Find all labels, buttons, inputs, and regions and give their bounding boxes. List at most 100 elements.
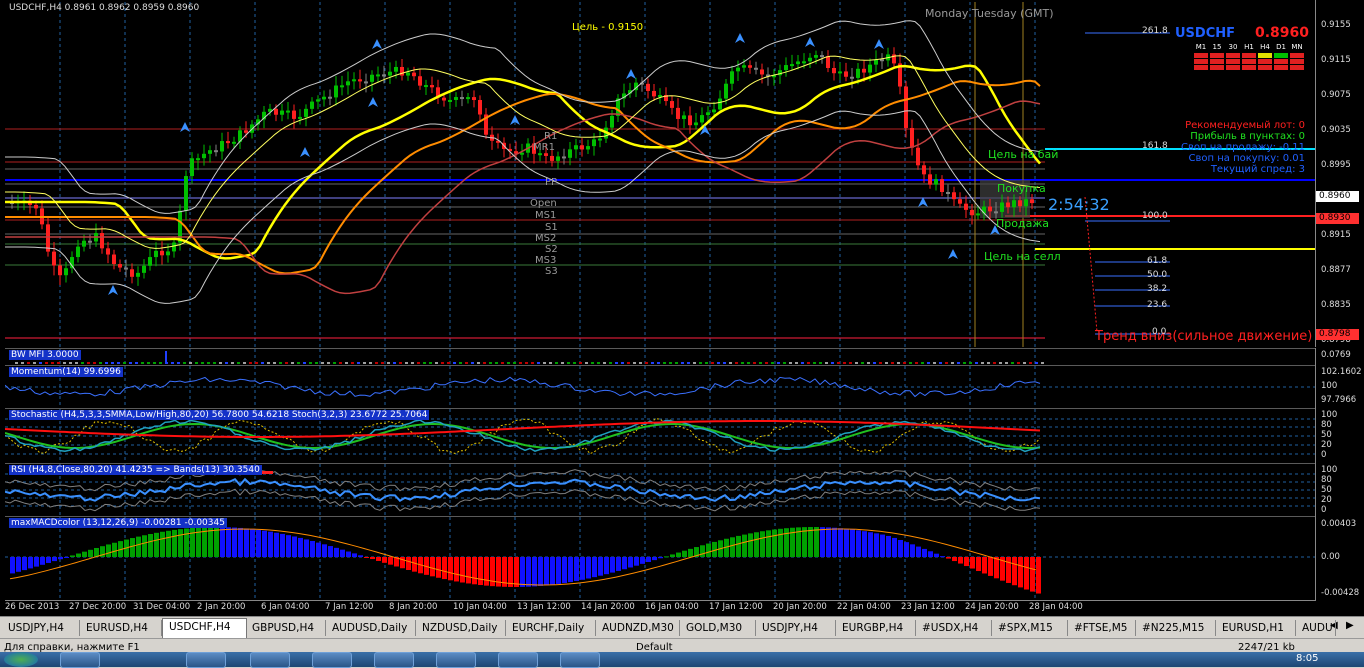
taskbar-chrome-icon[interactable] bbox=[250, 652, 290, 668]
mfi-bar bbox=[63, 362, 66, 364]
candle-body bbox=[418, 76, 422, 86]
candle-body bbox=[394, 66, 398, 72]
mfi-bar bbox=[117, 362, 120, 364]
mfi-bar bbox=[795, 362, 798, 364]
mfi-bar bbox=[831, 362, 834, 364]
tab-gold-m30[interactable]: GOLD,M30 bbox=[680, 620, 756, 636]
macd-bar bbox=[322, 544, 327, 557]
candle-body bbox=[310, 101, 314, 109]
mfi-bar bbox=[597, 362, 600, 364]
tab--usdx-h4[interactable]: #USDX,H4 bbox=[916, 620, 992, 636]
mfi-bar bbox=[201, 362, 204, 364]
signal-arrow-icon bbox=[735, 33, 745, 43]
stochastic-pane[interactable]: Stochastic (H4,5,3,3,SMMA,Low/High,80,20… bbox=[5, 408, 1315, 463]
mfi-bar bbox=[843, 362, 846, 364]
macd-bar bbox=[526, 557, 531, 587]
start-button-icon[interactable] bbox=[4, 652, 38, 667]
macd-bar bbox=[532, 557, 537, 587]
macd-bar bbox=[826, 527, 831, 557]
candle-body bbox=[646, 83, 650, 91]
candle-body bbox=[130, 269, 134, 277]
tab-gbpusd-h4[interactable]: GBPUSD,H4 bbox=[246, 620, 326, 636]
mfi-bar bbox=[693, 362, 696, 364]
mfi-bar bbox=[75, 362, 78, 364]
macd-bar bbox=[82, 551, 87, 557]
macd-bar bbox=[250, 529, 255, 557]
mfi-bar bbox=[93, 362, 96, 364]
macd-bar bbox=[70, 555, 75, 557]
candle-body bbox=[928, 174, 932, 185]
mfi-bar bbox=[939, 362, 942, 364]
macd-bar bbox=[274, 532, 279, 557]
tab-scroll-right-icon[interactable]: ▶ bbox=[1346, 620, 1354, 631]
macd-bar bbox=[268, 531, 273, 557]
candle-body bbox=[730, 71, 734, 84]
stoch-axis-label: 50 bbox=[1321, 430, 1332, 440]
candle-body bbox=[448, 99, 452, 102]
mfi-bar bbox=[981, 362, 984, 364]
tab--ftse-m5[interactable]: #FTSE,M5 bbox=[1068, 620, 1136, 636]
mfi-bar bbox=[15, 362, 18, 364]
tab-audu[interactable]: AUDU bbox=[1296, 620, 1336, 636]
macd-bar bbox=[334, 547, 339, 557]
fib-23: 23.6 bbox=[1147, 300, 1168, 310]
signal-arrow-icon bbox=[368, 97, 378, 107]
mfi-bar bbox=[111, 362, 114, 364]
chart-window[interactable]: USDCHF,H4 0.8961 0.8962 0.8959 0.8960 Mo… bbox=[0, 0, 1364, 616]
candle-body bbox=[934, 179, 938, 185]
taskbar-explorer-icon[interactable] bbox=[186, 652, 226, 668]
tab-eurusd-h4[interactable]: EURUSD,H4 bbox=[80, 620, 162, 636]
macd-bar bbox=[664, 556, 669, 558]
tab--spx-m15[interactable]: #SPX,M15 bbox=[992, 620, 1068, 636]
macd-bar bbox=[832, 527, 837, 557]
tab-usdchf-h4[interactable]: USDCHF,H4 bbox=[162, 618, 247, 638]
macd-bar bbox=[220, 527, 225, 557]
taskbar-skype-icon[interactable] bbox=[436, 652, 476, 668]
taskbar-metatrader-icon[interactable] bbox=[560, 652, 600, 668]
buy-label: Покупка bbox=[997, 182, 1046, 195]
tab-audnzd-m30[interactable]: AUDNZD,M30 bbox=[596, 620, 680, 636]
tab-eurchf-daily[interactable]: EURCHF,Daily bbox=[506, 620, 596, 636]
mfi-bar bbox=[567, 362, 570, 364]
candle-body bbox=[352, 79, 356, 82]
candle-body bbox=[124, 267, 128, 270]
time-axis-label: 13 Jan 12:00 bbox=[517, 602, 571, 612]
price-axis-label: 0.9075 bbox=[1321, 90, 1351, 100]
macd-bar bbox=[610, 557, 615, 573]
tab-eurusd-h1[interactable]: EURUSD,H1 bbox=[1216, 620, 1296, 636]
tab-eurgbp-h4[interactable]: EURGBP,H4 bbox=[836, 620, 916, 636]
tab-usdjpy-h4[interactable]: USDJPY,H4 bbox=[2, 620, 80, 636]
candle-body bbox=[754, 67, 758, 70]
candle-body bbox=[676, 107, 680, 119]
mfi-bar bbox=[303, 362, 306, 364]
macd-bar bbox=[376, 557, 381, 561]
tab-audusd-daily[interactable]: AUDUSD,Daily bbox=[326, 620, 416, 636]
taskbar-firefox-icon[interactable] bbox=[312, 652, 352, 668]
macd-bar bbox=[442, 557, 447, 580]
signal-arrow-icon bbox=[180, 122, 190, 132]
mfi-pane[interactable]: BW MFI 3.0000 bbox=[5, 348, 1315, 365]
rsi-pane[interactable]: RSI (H4,8,Close,80,20) 41.4235 => Bands(… bbox=[5, 463, 1315, 516]
momentum-pane[interactable]: Momentum(14) 99.6996 bbox=[5, 365, 1315, 408]
macd-pane[interactable]: maxMACDcolor (13,12,26,9) -0.00281 -0.00… bbox=[5, 516, 1315, 601]
taskbar-word-icon[interactable] bbox=[498, 652, 538, 668]
tab-nzdusd-daily[interactable]: NZDUSD,Daily bbox=[416, 620, 506, 636]
candle-body bbox=[88, 240, 92, 243]
main-price-pane[interactable]: USDCHF,H4 0.8961 0.8962 0.8959 0.8960 Mo… bbox=[5, 2, 1315, 347]
taskbar-mail-icon[interactable] bbox=[374, 652, 414, 668]
macd-bar bbox=[808, 527, 813, 557]
mfi-bar bbox=[363, 362, 366, 364]
tab--n225-m15[interactable]: #N225,M15 bbox=[1136, 620, 1216, 636]
candle-body bbox=[148, 257, 152, 266]
mfi-bar bbox=[951, 362, 954, 364]
price-tag: 0.8798 bbox=[1316, 329, 1359, 340]
macd-bar bbox=[862, 531, 867, 557]
tab-usdjpy-h4[interactable]: USDJPY,H4 bbox=[756, 620, 836, 636]
timeframe-cell bbox=[1242, 65, 1256, 70]
mfi-bar bbox=[321, 362, 324, 364]
candle-body bbox=[844, 71, 848, 77]
taskbar-ie-icon[interactable] bbox=[60, 652, 100, 668]
macd-bar bbox=[1030, 557, 1035, 592]
pivot-mr1: MR1 bbox=[533, 142, 555, 153]
timeframe-cell bbox=[1274, 65, 1288, 70]
